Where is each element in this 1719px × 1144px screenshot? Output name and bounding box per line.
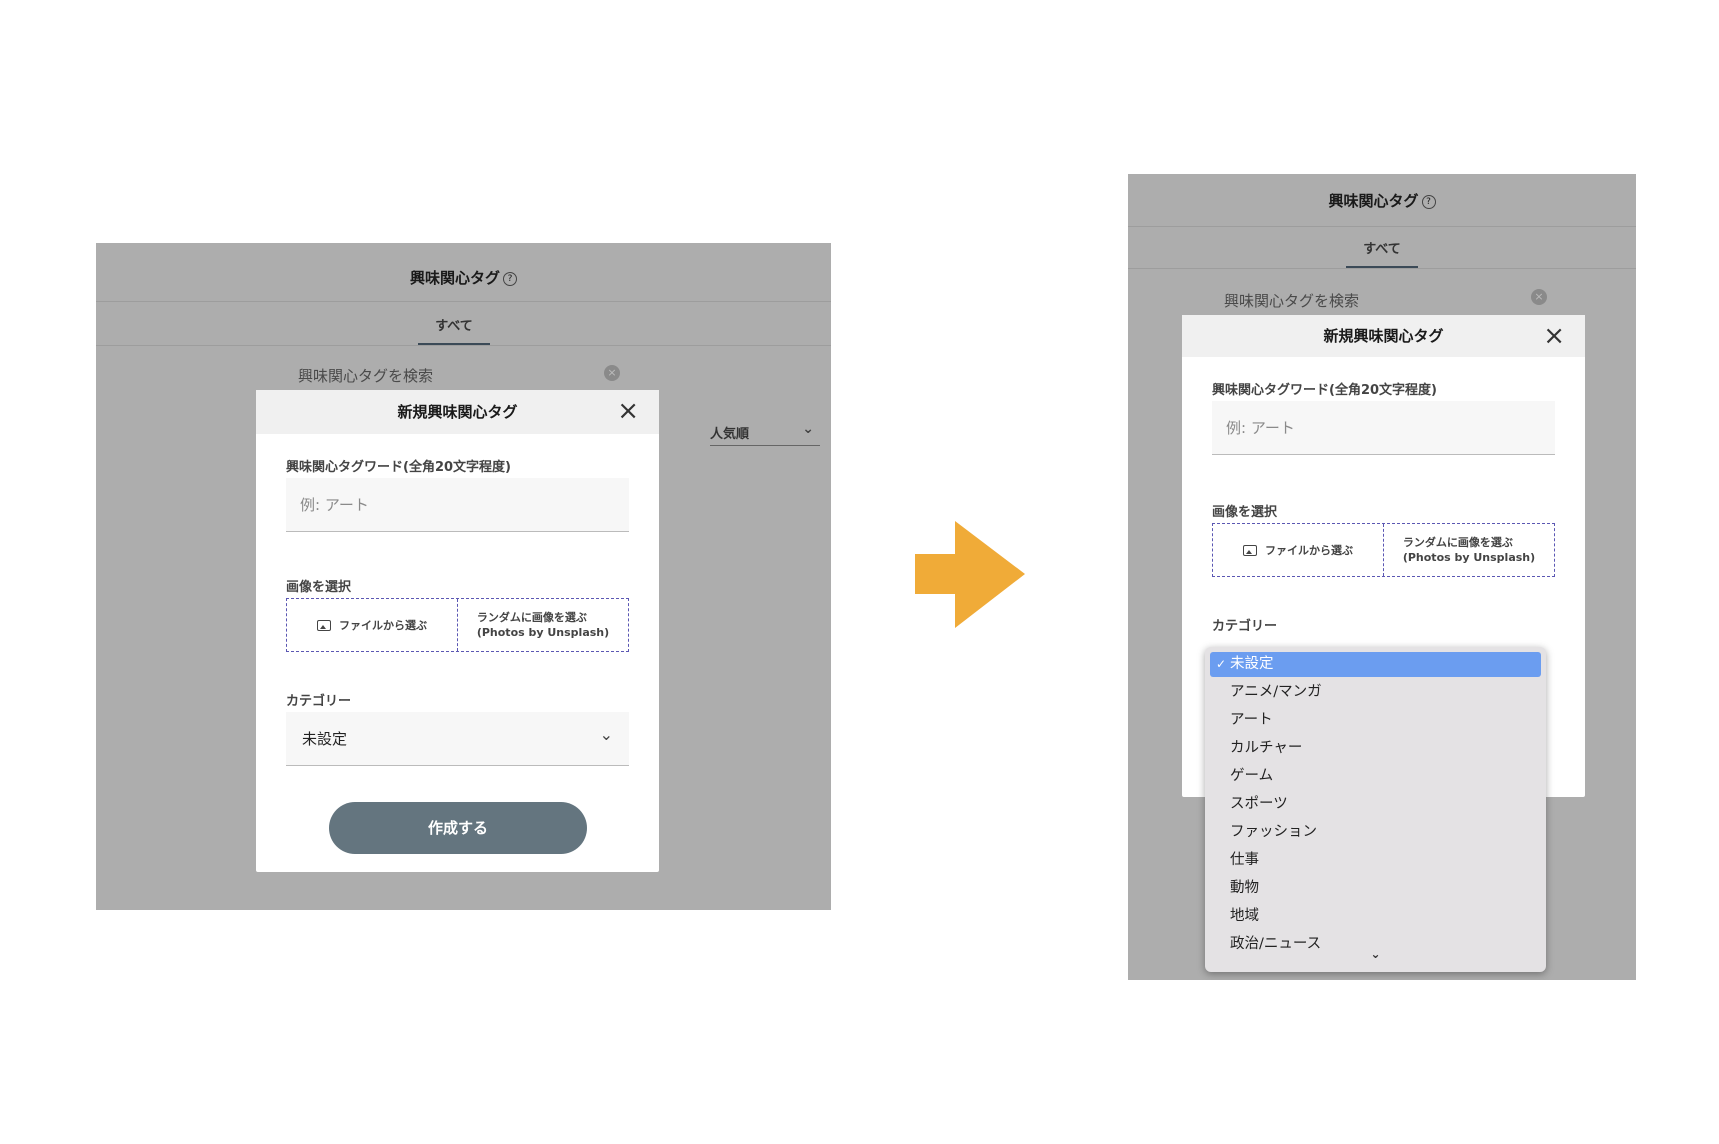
image-select-box: ファイルから選ぶ ランダムに画像を選ぶ (Photos by Unsplash) [1212,523,1555,577]
dropdown-option[interactable]: ✓ 未設定 [1210,652,1541,677]
modal-title: 新規興味関心タグ [1323,327,1444,345]
image-select-label: 画像を選択 [1212,505,1278,520]
dropdown-option-label: カルチャー [1230,740,1303,756]
modal-header: 新規興味関心タグ [1182,315,1585,357]
file-select-button[interactable]: ファイルから選ぶ [1213,524,1383,576]
tag-word-label: 興味関心タグワード(全角20文字程度) [1212,383,1437,398]
close-icon[interactable]: × [1543,323,1565,349]
category-select[interactable]: 未設定 ⌄ [286,712,629,766]
category-value: 未設定 [302,730,348,748]
dropdown-option-label: 未設定 [1230,656,1274,672]
dropdown-option-label: スポーツ [1230,796,1288,812]
header-divider [96,301,831,302]
modal-header: 新規興味関心タグ [256,390,659,434]
dropdown-option[interactable]: 仕事 [1210,848,1541,873]
image-select-label: 画像を選択 [286,580,352,595]
check-icon: ✓ [1216,657,1227,671]
image-select-box: ファイルから選ぶ ランダムに画像を選ぶ (Photos by Unsplash) [286,598,629,652]
search-input[interactable]: 興味関心タグを検索 [1224,290,1359,311]
dropdown-option-label: 仕事 [1230,852,1259,868]
page-title: 興味関心タグ? [1128,190,1636,211]
dropdown-option-label: アート [1230,712,1273,728]
sort-label: 人気順 [710,427,750,442]
random-image-button[interactable]: ランダムに画像を選ぶ (Photos by Unsplash) [457,599,628,651]
arrow-right-icon [915,521,1025,628]
chevron-down-icon: ⌄ [802,421,814,437]
random-image-button[interactable]: ランダムに画像を選ぶ (Photos by Unsplash) [1383,524,1554,576]
image-icon [1243,544,1257,556]
clear-icon[interactable]: × [604,365,620,381]
tab-all[interactable]: すべて [418,315,490,334]
help-icon[interactable]: ? [503,271,517,286]
image-icon [317,619,331,631]
dropdown-option[interactable]: アート [1210,708,1541,733]
dropdown-option-label: ゲーム [1230,768,1274,784]
create-button[interactable]: 作成する [329,802,587,854]
modal-title: 新規興味関心タグ [397,403,518,421]
header-divider [1128,226,1636,227]
search-input[interactable]: 興味関心タグを検索 [298,365,433,386]
dropdown-option[interactable]: 動物 [1210,876,1541,901]
dropdown-option[interactable]: アニメ/マンガ [1210,680,1541,705]
file-select-button[interactable]: ファイルから選ぶ [287,599,457,651]
help-icon[interactable]: ? [1421,194,1436,209]
category-dropdown[interactable]: ✓ 未設定 アニメ/マンガ アート カルチャー ゲーム スポーツ ファッション 仕事 動物 地域 政治… [1205,647,1546,972]
dropdown-option[interactable]: ゲーム [1210,764,1541,789]
chevron-down-icon[interactable]: ⌄ [1205,947,1546,961]
dropdown-option[interactable]: ファッション [1210,820,1541,845]
left-screen: 興味関心タグ? すべて 興味関心タグを検索 × 人気順 ⌄ 新規興味関心タグ ×… [96,243,831,910]
dropdown-option[interactable]: カルチャー [1210,736,1541,761]
dropdown-option-label: アニメ/マンガ [1230,684,1322,700]
tabs-divider [96,345,831,346]
dropdown-option-label: ファッション [1230,824,1317,840]
tabs-divider [1128,268,1636,269]
dropdown-option-label: 動物 [1230,880,1259,896]
close-icon[interactable]: × [617,398,639,424]
tag-word-label: 興味関心タグワード(全角20文字程度) [286,460,511,475]
chevron-down-icon: ⌄ [599,725,613,744]
category-label: カテゴリー [286,694,352,709]
dropdown-option-label: 地域 [1230,908,1259,924]
clear-icon[interactable]: × [1531,289,1547,305]
tag-word-input[interactable]: 例: アート [286,478,629,532]
tag-word-input[interactable]: 例: アート [1212,401,1555,455]
category-label: カテゴリー [1212,619,1278,634]
dropdown-option[interactable]: 地域 [1210,904,1541,929]
tab-all[interactable]: すべて [1346,238,1418,257]
sort-select[interactable]: 人気順 ⌄ [710,421,820,446]
right-screen: 興味関心タグ? すべて 興味関心タグを検索 × 新規興味関心タグ × 興味関心タ… [1128,174,1636,980]
dropdown-option[interactable]: スポーツ [1210,792,1541,817]
new-tag-modal: 新規興味関心タグ × 興味関心タグワード(全角20文字程度) 例: アート 画像… [256,390,659,872]
page-title: 興味関心タグ? [96,267,831,288]
